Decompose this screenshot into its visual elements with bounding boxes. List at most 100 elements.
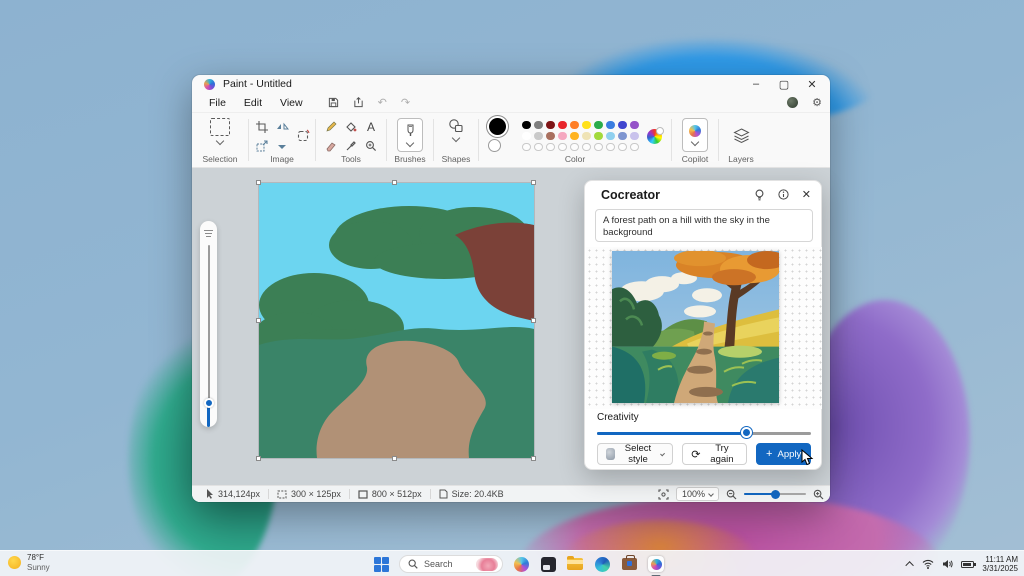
wifi-icon[interactable]	[922, 559, 934, 569]
secondary-color-swatch[interactable]	[488, 139, 501, 152]
prompt-input[interactable]: A forest path on a hill with the sky in …	[595, 209, 813, 242]
color-swatch[interactable]	[546, 143, 555, 152]
volume-icon[interactable]	[942, 559, 953, 569]
color-swatch[interactable]	[594, 143, 603, 152]
zoom-slider-thumb[interactable]	[771, 490, 780, 499]
color-swatch[interactable]	[630, 121, 639, 130]
maximize-button[interactable]: ▢	[770, 75, 798, 93]
color-swatch[interactable]	[618, 121, 627, 130]
zoom-slider[interactable]	[744, 493, 806, 495]
try-again-button[interactable]: ⟳ Try again	[682, 443, 747, 465]
color-swatch[interactable]	[570, 143, 579, 152]
selection-handle[interactable]	[392, 180, 397, 185]
lightbulb-icon[interactable]	[754, 189, 765, 201]
battery-icon[interactable]	[961, 561, 974, 568]
color-swatch[interactable]	[630, 143, 639, 152]
color-picker-icon[interactable]	[345, 140, 357, 152]
color-swatch[interactable]	[522, 132, 531, 141]
file-explorer-icon[interactable]	[566, 555, 584, 573]
color-swatch[interactable]	[570, 121, 579, 130]
save-icon[interactable]	[328, 97, 339, 108]
color-swatch[interactable]	[558, 121, 567, 130]
task-view-icon[interactable]	[539, 555, 557, 573]
selection-handle[interactable]	[531, 456, 536, 461]
selection-handle[interactable]	[392, 456, 397, 461]
color-swatch[interactable]	[606, 143, 615, 152]
color-swatch[interactable]	[534, 132, 543, 141]
select-style-button[interactable]: Select style	[597, 443, 673, 465]
search-box[interactable]: Search	[399, 555, 503, 573]
undo-icon[interactable]: ↶	[378, 96, 387, 109]
color-swatch[interactable]	[606, 132, 615, 141]
share-icon[interactable]	[353, 97, 364, 108]
color-swatch[interactable]	[558, 132, 567, 141]
selection-handle[interactable]	[531, 180, 536, 185]
zoom-in-icon[interactable]	[813, 489, 824, 500]
color-swatch[interactable]	[630, 132, 639, 141]
weather-widget[interactable]: 78°F Sunny	[8, 553, 50, 572]
color-swatch[interactable]	[582, 121, 591, 130]
zoom-out-icon[interactable]	[726, 489, 737, 500]
selection-handle[interactable]	[256, 180, 261, 185]
account-avatar[interactable]	[787, 97, 798, 108]
layers-button[interactable]	[733, 118, 750, 154]
menu-edit[interactable]: Edit	[235, 95, 271, 111]
shapes-button[interactable]	[448, 118, 464, 141]
settings-gear-icon[interactable]: ⚙	[812, 96, 822, 109]
selection-handle[interactable]	[256, 318, 261, 323]
color-swatch[interactable]	[546, 121, 555, 130]
color-swatch[interactable]	[582, 143, 591, 152]
brush-size-thumb[interactable]	[204, 398, 214, 408]
color-swatch[interactable]	[534, 143, 543, 152]
copilot-button[interactable]	[682, 118, 708, 152]
close-icon[interactable]: ✕	[802, 188, 811, 201]
eraser-icon[interactable]	[325, 140, 337, 152]
brush-size-slider[interactable]	[200, 221, 217, 427]
generated-image[interactable]	[612, 251, 779, 403]
rotate-icon[interactable]	[295, 128, 311, 144]
edit-colors-wheel-icon[interactable]	[647, 129, 662, 144]
color-swatch[interactable]	[594, 121, 603, 130]
color-swatch[interactable]	[594, 132, 603, 141]
color-swatch[interactable]	[546, 132, 555, 141]
info-icon[interactable]	[778, 189, 789, 200]
primary-color-swatch[interactable]	[489, 118, 506, 135]
color-swatch[interactable]	[606, 121, 615, 130]
redo-icon[interactable]: ↷	[401, 96, 410, 109]
flip-vertical-icon[interactable]	[276, 140, 289, 152]
selection-handle[interactable]	[531, 318, 536, 323]
crop-icon[interactable]	[256, 121, 268, 133]
creativity-slider-thumb[interactable]	[741, 427, 752, 438]
edge-browser-icon[interactable]	[593, 555, 611, 573]
magnifier-icon[interactable]	[365, 140, 377, 152]
color-swatch[interactable]	[618, 132, 627, 141]
color-swatch[interactable]	[558, 143, 567, 152]
hidden-icons-chevron[interactable]	[906, 561, 914, 569]
clock[interactable]: 11:11 AM 3/31/2025	[982, 555, 1018, 574]
selection-handle[interactable]	[256, 456, 261, 461]
zoom-level-dropdown[interactable]: 100%	[676, 487, 719, 501]
taskbar-paint-icon[interactable]	[647, 555, 665, 573]
color-swatch[interactable]	[534, 121, 543, 130]
start-button[interactable]	[372, 555, 390, 573]
fit-to-screen-icon[interactable]	[658, 489, 669, 500]
briefcase-app-icon[interactable]	[620, 555, 638, 573]
minimize-button[interactable]: –	[742, 75, 770, 93]
selection-tool-button[interactable]	[210, 118, 230, 144]
pencil-icon[interactable]	[325, 121, 337, 133]
color-swatch[interactable]	[618, 143, 627, 152]
color-swatch[interactable]	[522, 121, 531, 130]
text-tool-icon[interactable]: A	[367, 121, 375, 133]
menu-file[interactable]: File	[200, 95, 235, 111]
close-button[interactable]: ✕	[798, 75, 826, 93]
brushes-button[interactable]	[397, 118, 423, 152]
fill-bucket-icon[interactable]	[345, 121, 357, 133]
color-swatch[interactable]	[582, 132, 591, 141]
color-swatch[interactable]	[570, 132, 579, 141]
flip-horizontal-icon[interactable]	[276, 121, 289, 133]
menu-view[interactable]: View	[271, 95, 312, 111]
taskbar-copilot-icon[interactable]	[512, 555, 530, 573]
color-swatch[interactable]	[522, 143, 531, 152]
drawing-canvas[interactable]	[259, 183, 534, 458]
creativity-slider[interactable]	[597, 428, 811, 438]
